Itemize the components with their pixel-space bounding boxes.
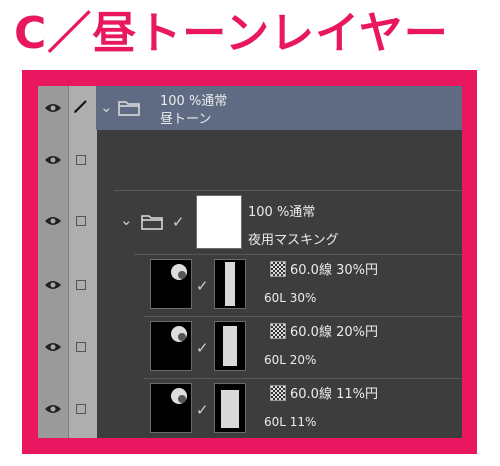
checkbox-icon[interactable] [76,280,86,290]
layer-row-tone-30[interactable]: ✓ 60.0線 30%円 60L 30% [38,255,462,315]
check-icon: ✓ [172,213,185,231]
layer-name: 60L 30% [264,291,317,305]
mask-thumbnail [214,321,246,371]
screentone-icon [270,261,286,277]
tone-layer-icon [171,388,187,404]
layer-thumbnail [150,321,192,371]
mask-thumbnail [214,383,246,433]
layer-row-empty[interactable] [38,130,462,190]
tone-settings-label: 60.0線 20%円 [290,325,378,340]
layer-blend-label: 100 %通常 [248,205,316,220]
layer-row-tone-20[interactable]: ✓ 60.0線 20%円 60L 20% [38,317,462,377]
mask-thumbnail [214,259,246,309]
tone-settings-label: 60.0線 11%円 [290,387,378,402]
checkbox-icon[interactable] [76,216,86,226]
selected-row-highlight [96,86,462,130]
layer-row-night-mask[interactable]: ⌄ ✓ 100 %通常 夜用マスキング [38,191,462,253]
eye-icon[interactable] [44,279,62,291]
checkbox-icon[interactable] [76,155,86,165]
eye-icon[interactable] [44,341,62,353]
page-title: C／昼トーンレイヤー [14,8,449,59]
check-icon: ✓ [196,277,209,295]
tone-layer-icon [171,326,187,342]
layer-row-day-tone[interactable]: ⌄ 100 %通常 昼トーン [38,86,462,130]
tone-settings-label: 60.0線 30%円 [290,263,378,278]
layer-name: 昼トーン [160,112,212,127]
eye-icon[interactable] [44,215,62,227]
checkbox-icon[interactable] [76,404,86,414]
chevron-down-icon[interactable]: ⌄ [100,98,113,116]
layer-thumbnail [150,259,192,309]
checkbox-icon[interactable] [76,342,86,352]
chevron-down-icon[interactable]: ⌄ [120,211,133,229]
layer-row-tone-11[interactable]: ✓ 60.0線 11%円 60L 11% [38,379,462,438]
folder-icon [141,215,163,230]
eye-icon[interactable] [44,403,62,415]
check-icon: ✓ [196,339,209,357]
tone-layer-icon [171,264,187,280]
layer-thumbnail [150,383,192,433]
screentone-icon [270,385,286,401]
eye-icon[interactable] [44,102,62,114]
screentone-icon [270,323,286,339]
pen-icon[interactable] [73,98,89,114]
layer-thumbnail [196,195,242,249]
layer-panel: ⌄ 100 %通常 昼トーン ⌄ ✓ 100 %通常 夜用マスキング ✓ 60.… [38,86,462,438]
check-icon: ✓ [196,401,209,419]
folder-icon [118,101,140,116]
layer-name: 夜用マスキング [248,233,339,248]
layer-blend-label: 100 %通常 [160,94,228,109]
layer-name: 60L 11% [264,415,317,429]
layer-name: 60L 20% [264,353,317,367]
eye-icon[interactable] [44,154,62,166]
